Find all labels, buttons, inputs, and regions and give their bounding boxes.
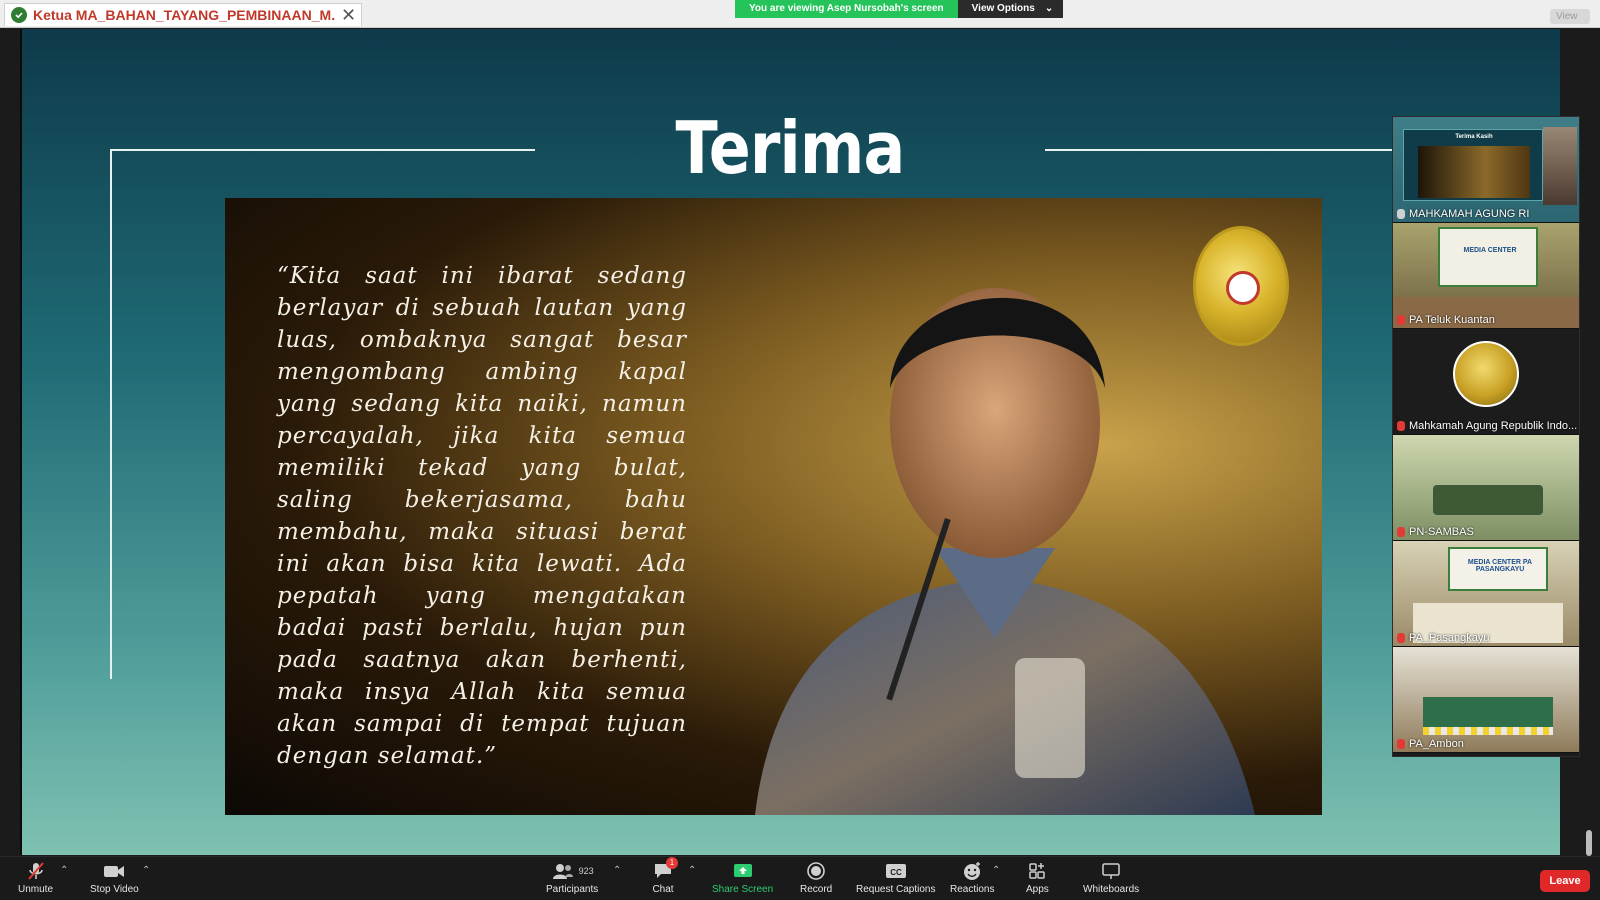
- banner-text: MEDIA CENTER: [1463, 247, 1517, 254]
- muted-mic-icon: [1397, 315, 1405, 325]
- quote-text: “Kita saat ini ibarat sedang berlayar di…: [277, 263, 687, 769]
- participant-name: PA_Ambon: [1409, 738, 1464, 750]
- chat-options-caret[interactable]: ⌃: [688, 865, 696, 876]
- participant-name: PA_Pasangkayu: [1409, 632, 1490, 644]
- participant-tile[interactable]: PN-SAMBAS: [1393, 435, 1579, 541]
- whiteboards-button[interactable]: Whiteboards: [1083, 860, 1139, 895]
- participant-name: PA Teluk Kuantan: [1409, 314, 1495, 326]
- view-button[interactable]: View: [1550, 9, 1590, 24]
- video-options-caret[interactable]: ⌃: [142, 865, 150, 876]
- participant-name-tag: PN-SAMBAS: [1397, 526, 1474, 538]
- media-center-banner: MEDIA CENTER PA PASANGKAYU: [1448, 547, 1548, 591]
- participant-tile[interactable]: MEDIA CENTER PA PASANGKAYU PA_Pasangkayu: [1393, 541, 1579, 647]
- close-icon[interactable]: ✕: [341, 6, 356, 24]
- svg-text:CC: CC: [890, 868, 902, 877]
- participants-options-caret[interactable]: ⌃: [613, 865, 621, 876]
- whiteboards-label: Whiteboards: [1083, 884, 1140, 895]
- participant-name: PN-SAMBAS: [1409, 526, 1474, 538]
- chevron-down-icon: ⌄: [1044, 3, 1054, 14]
- request-captions-label: Request Captions: [856, 884, 936, 895]
- mini-slide-title: Terima Kasih: [1455, 134, 1493, 140]
- participant-name-tag: PA_Pasangkayu: [1397, 632, 1490, 644]
- unmute-button[interactable]: Unmute: [18, 860, 53, 895]
- meeting-toolbar: Unmute ⌃ Stop Video ⌃ 923 Participants ⌃…: [0, 856, 1600, 900]
- muted-mic-icon: [1397, 739, 1405, 749]
- chat-unread-badge: 1: [666, 857, 678, 869]
- banner-text: MEDIA CENTER PA PASANGKAYU: [1467, 559, 1533, 573]
- muted-microphone-icon: [25, 860, 47, 882]
- reactions-button[interactable]: Reactions: [950, 860, 994, 895]
- stop-video-label: Stop Video: [90, 884, 139, 895]
- apps-label: Apps: [1026, 884, 1049, 895]
- participant-count: 923: [578, 866, 594, 876]
- closed-captions-icon: CC: [884, 860, 908, 882]
- view-options-button[interactable]: View Options ⌄: [957, 0, 1064, 18]
- apps-icon: [1026, 860, 1048, 882]
- participant-name-tag: PA Teluk Kuantan: [1397, 314, 1495, 326]
- slide-photo-panel: “Kita saat ini ibarat sedang berlayar di…: [225, 198, 1322, 815]
- participants-button[interactable]: 923 Participants: [546, 860, 598, 895]
- request-captions-button[interactable]: CC Request Captions: [856, 860, 936, 895]
- participant-tile[interactable]: PA_Ambon: [1393, 647, 1579, 753]
- media-center-banner: MEDIA CENTER: [1438, 227, 1538, 287]
- frame-line: [110, 149, 535, 151]
- viewing-message: You are viewing Asep Nursobah's screen: [735, 0, 958, 18]
- frame-line: [1045, 149, 1395, 151]
- record-label: Record: [800, 884, 833, 895]
- audio-options-caret[interactable]: ⌃: [60, 865, 68, 876]
- chat-icon: 1: [652, 857, 678, 882]
- share-screen-icon: [732, 860, 754, 882]
- view-options-label: View Options: [971, 3, 1035, 14]
- camera-feed: [1543, 127, 1577, 205]
- chat-label: Chat: [652, 884, 674, 895]
- document-tab-title: Ketua MA_BAHAN_TAYANG_PEMBINAAN_M...: [33, 7, 335, 23]
- apps-button[interactable]: Apps: [1026, 860, 1049, 895]
- record-button[interactable]: Record: [800, 860, 832, 895]
- participant-tile[interactable]: Mahkamah Agung Republik Indo...: [1393, 329, 1579, 435]
- whiteboard-icon: [1100, 860, 1122, 882]
- scrollbar[interactable]: [1586, 830, 1592, 856]
- video-camera-icon: [102, 860, 126, 882]
- chat-button[interactable]: 1 Chat: [652, 857, 678, 895]
- shared-slide-thumbnail: Terima Kasih: [1403, 129, 1543, 201]
- smiley-icon: [961, 860, 983, 882]
- muted-mic-icon: [1397, 633, 1405, 643]
- document-tab[interactable]: Ketua MA_BAHAN_TAYANG_PEMBINAAN_M... ✕: [4, 3, 362, 26]
- record-icon: [805, 860, 827, 882]
- share-screen-button[interactable]: Share Screen: [712, 860, 773, 895]
- share-screen-label: Share Screen: [712, 884, 774, 895]
- participant-name-tag: Mahkamah Agung Republik Indo...: [1397, 420, 1577, 432]
- participant-name-tag: MAHKAMAH AGUNG RI: [1397, 208, 1529, 220]
- shield-icon: [11, 7, 27, 23]
- title-bar: Ketua MA_BAHAN_TAYANG_PEMBINAAN_M... ✕ Y…: [0, 0, 1600, 28]
- participant-tile[interactable]: Terima Kasih MAHKAMAH AGUNG RI: [1393, 117, 1579, 223]
- viewing-banner: You are viewing Asep Nursobah's screen V…: [735, 0, 1064, 18]
- participant-name-tag: PA_Ambon: [1397, 738, 1464, 750]
- participant-gallery[interactable]: Terima Kasih MAHKAMAH AGUNG RI MEDIA CEN…: [1392, 116, 1580, 757]
- participant-name: Mahkamah Agung Republik Indo...: [1409, 420, 1578, 432]
- unmute-label: Unmute: [18, 884, 54, 895]
- participants-label: Participants: [546, 884, 599, 895]
- participants-icon: [552, 864, 573, 879]
- reactions-options-caret[interactable]: ⌃: [992, 865, 1000, 876]
- supreme-court-logo: [1453, 341, 1519, 407]
- supreme-court-seal-logo: [1193, 226, 1289, 346]
- participant-name: MAHKAMAH AGUNG RI: [1409, 208, 1530, 220]
- muted-mic-icon: [1397, 527, 1405, 537]
- participants-icon-group: 923: [551, 860, 594, 882]
- participant-tile[interactable]: MEDIA CENTER PA Teluk Kuantan: [1393, 223, 1579, 329]
- leave-button[interactable]: Leave: [1540, 870, 1590, 892]
- mic-icon: [1397, 209, 1405, 219]
- frame-line: [110, 149, 112, 679]
- reactions-label: Reactions: [950, 884, 995, 895]
- muted-mic-icon: [1397, 421, 1405, 431]
- stop-video-button[interactable]: Stop Video: [90, 860, 139, 895]
